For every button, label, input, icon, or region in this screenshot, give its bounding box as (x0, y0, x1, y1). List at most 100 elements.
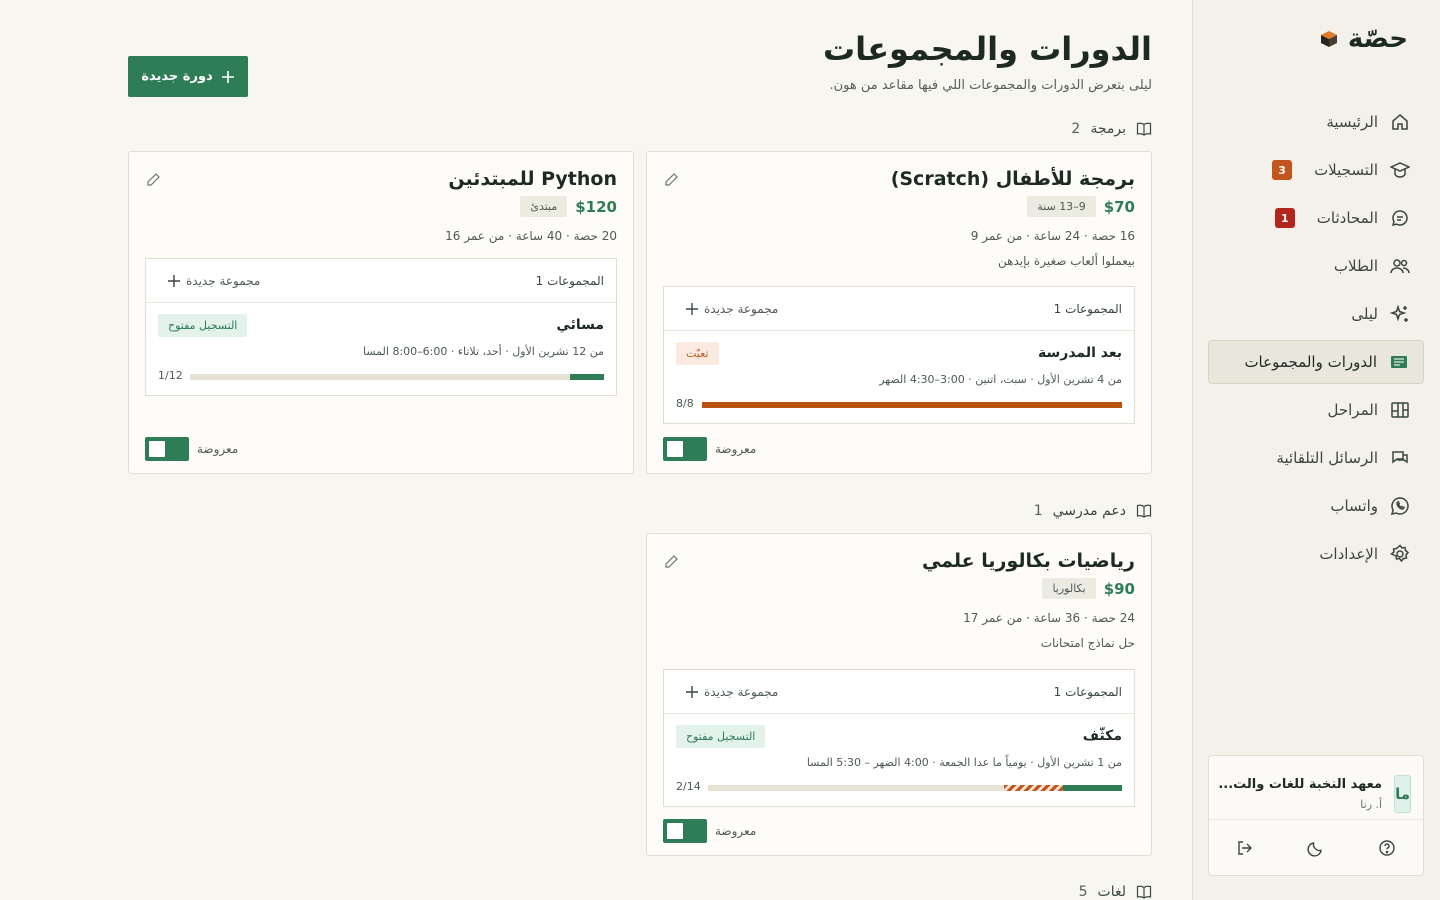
section-title: دعم مدرسي (1052, 503, 1126, 519)
visible-toggle[interactable] (145, 437, 189, 461)
course-meta: 16 حصة · 24 ساعة · من عمر 9 (970, 229, 1135, 243)
group-schedule: من 1 تشرين الأول · يومياً ما عدا الجمعة … (806, 756, 1122, 769)
edit-pencil-icon[interactable] (145, 172, 161, 188)
sidebar-item-label: المراحل (1327, 401, 1379, 419)
seats-progress-bar (190, 374, 604, 380)
messages-icon (1390, 448, 1410, 468)
course-description: بيعملوا ألعاب صغيرة بإيدهن (998, 254, 1135, 268)
avatar: ما (1394, 774, 1411, 813)
brand-name: حصّة (1347, 24, 1408, 54)
sidebar-item-students[interactable]: الطلاب (1208, 244, 1424, 288)
cube-logo-icon (1320, 31, 1337, 47)
book-icon (1136, 122, 1152, 136)
visible-label: معروضة (197, 442, 239, 456)
status-badge: التسجيل مفتوح (158, 314, 248, 337)
sidebar-item-label: الرسائل التلقائية (1276, 449, 1378, 467)
users-icon (1390, 256, 1410, 276)
sidebar-item-home[interactable]: الرئيسية (1208, 100, 1424, 144)
new-course-button[interactable]: دورة جديدة (128, 56, 248, 97)
edit-pencil-icon[interactable] (663, 554, 679, 570)
plus-icon (686, 685, 698, 698)
course-card: رياضيات بكالوريا علمي $90 بكالوريا 24 حص… (646, 533, 1152, 856)
new-group-button[interactable]: مجموعة جديدة (158, 274, 260, 288)
seats-count: 1/12 (158, 369, 183, 382)
visible-toggle[interactable] (663, 819, 707, 843)
groups-panel: المجموعات 1 مجموعة جديدة مكثّف التسجيل م… (663, 669, 1135, 807)
sidebar-item-label: الإعدادات (1319, 545, 1378, 563)
course-meta: 20 حصة · 40 ساعة · من عمر 16 (445, 229, 617, 243)
course-meta: 24 حصة · 36 ساعة · من عمر 17 (963, 611, 1135, 625)
dark-mode-moon-icon[interactable] (1306, 838, 1326, 858)
groups-panel: المجموعات 1 مجموعة جديدة بعد المدرسة تعب… (663, 286, 1135, 424)
sidebar-item-label: ليلى (1351, 305, 1378, 323)
status-badge: التسجيل مفتوح (676, 725, 766, 748)
section-header-languages: لغات 5 (1079, 884, 1152, 900)
book-icon (1136, 504, 1152, 518)
chat-icon (1390, 208, 1410, 228)
whatsapp-icon (1390, 496, 1410, 516)
sidebar-item-enrollments[interactable]: التسجيلات 3 (1208, 148, 1424, 192)
group-schedule: من 12 تشرين الأول · أحد، تلاتاء · 6:00–8… (363, 345, 604, 358)
gear-icon (1390, 544, 1410, 564)
section-count: 5 (1078, 884, 1088, 900)
course-title: رياضيات بكالوريا علمي (921, 550, 1135, 572)
visible-label: معروضة (715, 442, 757, 456)
new-course-label: دورة جديدة (141, 69, 213, 84)
sidebar-item-label: واتساب (1330, 497, 1378, 515)
course-card: برمجة للأطفال (Scratch) $70 9–13 سنة 16 … (646, 151, 1152, 474)
page-title: الدورات والمجموعات (823, 30, 1152, 68)
sidebar-item-label: الدورات والمجموعات (1244, 353, 1377, 371)
sidebar-item-courses[interactable]: الدورات والمجموعات (1208, 340, 1424, 384)
visible-toggle[interactable] (663, 437, 707, 461)
sidebar-item-conversations[interactable]: المحادثات 1 (1208, 196, 1424, 240)
seats-progress-bar (708, 785, 1122, 791)
group-row[interactable]: مسائي التسجيل مفتوح من 12 تشرين الأول · … (146, 303, 616, 395)
visible-label: معروضة (715, 824, 757, 838)
sidebar-item-whatsapp[interactable]: واتساب (1208, 484, 1424, 528)
group-row[interactable]: مكثّف التسجيل مفتوح من 1 تشرين الأول · ي… (664, 714, 1134, 806)
course-card: Python للمبتدئين $120 مبتدئ 20 حصة · 40 … (128, 151, 634, 474)
group-name: بعد المدرسة (1038, 345, 1122, 361)
account-card: ما معهد النخبة للغات والت... أ. رنا (1208, 755, 1424, 876)
user-name: أ. رنا (1360, 797, 1383, 811)
institute-name: معهد النخبة للغات والت... (1218, 776, 1383, 792)
groups-header: المجموعات 1 (535, 273, 604, 288)
logout-icon[interactable] (1235, 838, 1255, 858)
seats-count: 2/14 (676, 780, 701, 793)
seats-count: 8/8 (676, 397, 694, 410)
section-title: لغات (1097, 884, 1126, 900)
sidebar-item-label: التسجيلات (1314, 161, 1378, 179)
sidebar-item-auto-messages[interactable]: الرسائل التلقائية (1208, 436, 1424, 480)
course-title: Python للمبتدئين (448, 168, 617, 190)
graduation-cap-icon (1390, 160, 1410, 180)
sidebar-item-label: الطلاب (1333, 257, 1378, 275)
group-row[interactable]: بعد المدرسة تعبّت من 4 تشرين الأول · سبت… (664, 331, 1134, 423)
sidebar-item-label: المحادثات (1316, 209, 1378, 227)
plus-icon (168, 274, 180, 287)
group-name: مكثّف (1082, 728, 1122, 744)
seats-progress-fill (702, 402, 1122, 408)
sidebar-item-stages[interactable]: المراحل (1208, 388, 1424, 432)
sparkles-icon (1390, 304, 1410, 324)
brand[interactable]: حصّة (1320, 24, 1408, 54)
course-price: $120 (575, 197, 617, 216)
seats-progress-fill (569, 374, 604, 380)
section-title: برمجة (1090, 121, 1126, 137)
conversations-count-badge: 1 (1274, 208, 1295, 228)
account-info[interactable]: ما معهد النخبة للغات والت... أ. رنا (1209, 756, 1423, 820)
sidebar-item-label: الرئيسية (1326, 113, 1378, 131)
group-name: مسائي (556, 317, 604, 333)
new-group-button[interactable]: مجموعة جديدة (676, 302, 778, 316)
sidebar-item-settings[interactable]: الإعدادات (1208, 532, 1424, 576)
home-icon (1390, 112, 1410, 132)
edit-pencil-icon[interactable] (663, 172, 679, 188)
level-tag: بكالوريا (1042, 578, 1096, 599)
seats-progress-fill (1062, 785, 1122, 791)
plus-icon (221, 70, 234, 83)
course-price: $70 (1103, 197, 1135, 216)
page-subtitle: ليلى بتعرض الدورات والمجموعات اللي فيها … (829, 78, 1152, 93)
new-group-button[interactable]: مجموعة جديدة (676, 685, 778, 699)
help-icon[interactable] (1377, 838, 1397, 858)
sidebar-item-layla[interactable]: ليلى (1208, 292, 1424, 336)
courses-icon (1389, 352, 1409, 372)
